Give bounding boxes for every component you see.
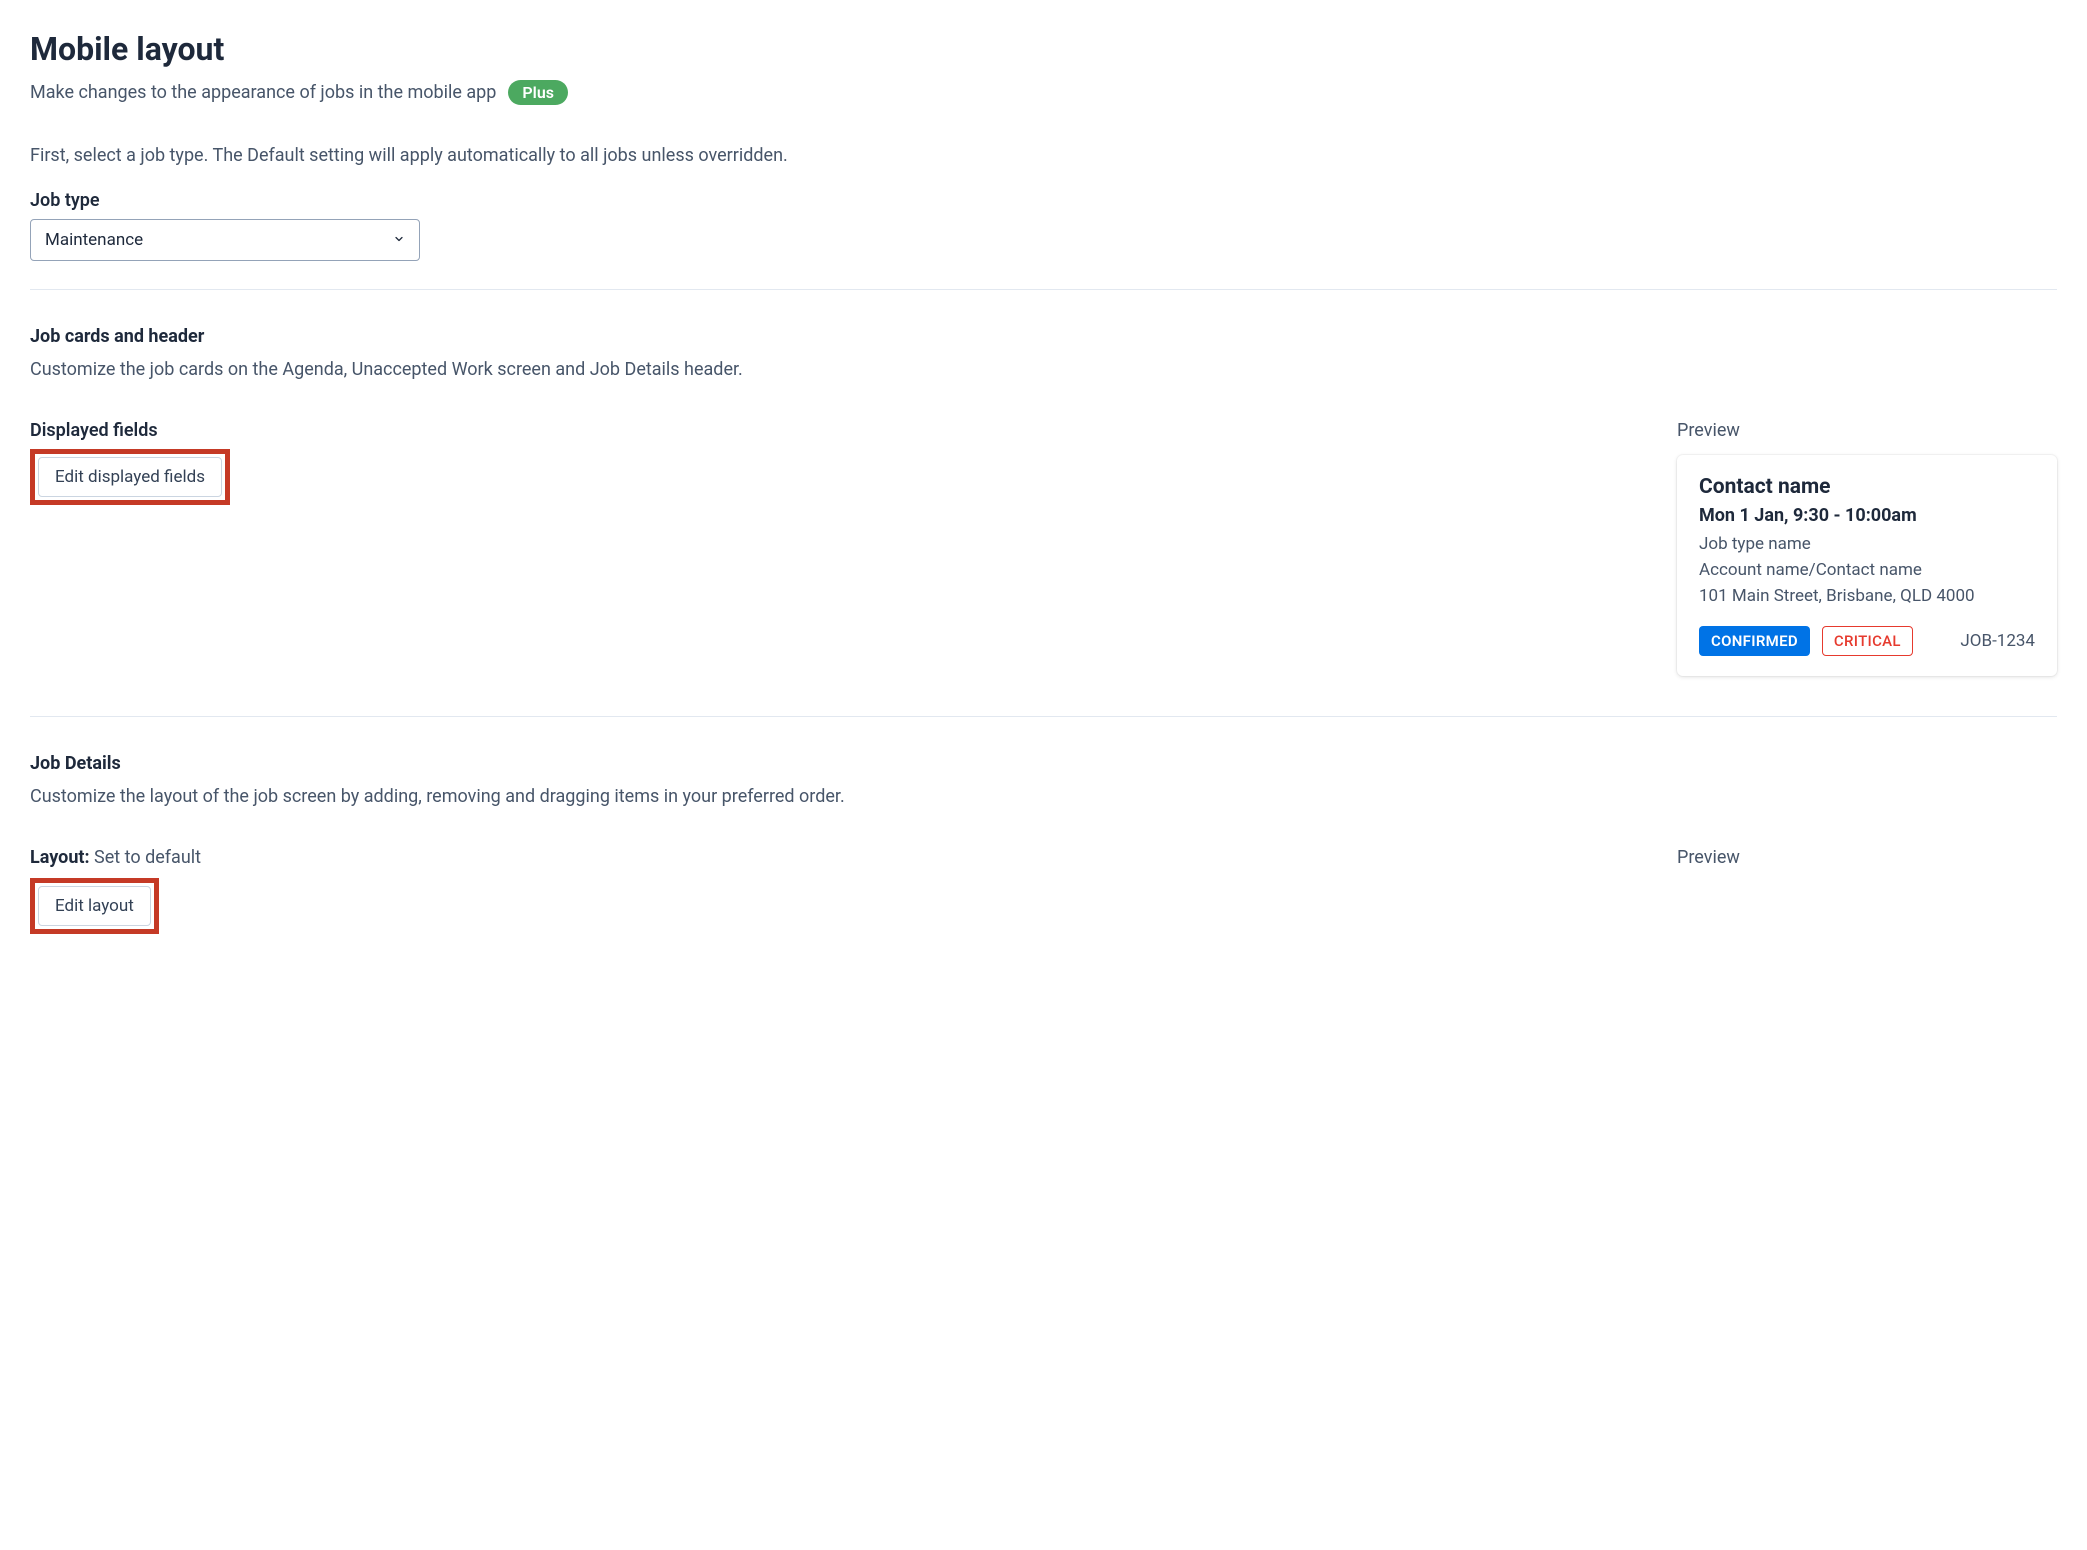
- chevron-down-icon: [393, 230, 405, 250]
- plus-badge: Plus: [508, 80, 568, 105]
- job-card-preview: Contact name Mon 1 Jan, 9:30 - 10:00am J…: [1677, 455, 2057, 676]
- preview-time: Mon 1 Jan, 9:30 - 10:00am: [1699, 505, 2035, 526]
- details-section-description: Customize the layout of the job screen b…: [30, 786, 2057, 807]
- job-type-select[interactable]: Maintenance: [30, 219, 420, 261]
- section-divider: [30, 289, 2057, 290]
- cards-section-description: Customize the job cards on the Agenda, U…: [30, 359, 2057, 380]
- displayed-fields-label: Displayed fields: [30, 420, 1637, 441]
- layout-status-line: Layout: Set to default: [30, 847, 1637, 868]
- job-type-select-wrapper: Maintenance: [30, 219, 420, 261]
- details-left-column: Layout: Set to default Edit layout: [30, 847, 1637, 934]
- details-section-title: Job Details: [30, 753, 2057, 774]
- job-type-selected-value: Maintenance: [45, 230, 143, 250]
- cards-section-title: Job cards and header: [30, 326, 2057, 347]
- intro-text: First, select a job type. The Default se…: [30, 145, 2057, 166]
- page-subtitle-row: Make changes to the appearance of jobs i…: [30, 80, 2057, 105]
- preview-address: 101 Main Street, Brisbane, QLD 4000: [1699, 586, 2035, 606]
- edit-displayed-fields-button[interactable]: Edit displayed fields: [38, 457, 222, 497]
- preview-job-type: Job type name: [1699, 534, 2035, 554]
- page-subtitle: Make changes to the appearance of jobs i…: [30, 82, 496, 103]
- cards-right-column: Preview Contact name Mon 1 Jan, 9:30 - 1…: [1677, 420, 2057, 676]
- page-title: Mobile layout: [30, 30, 2057, 68]
- preview-contact-name: Contact name: [1699, 475, 2035, 499]
- details-preview-label: Preview: [1677, 847, 2057, 868]
- preview-job-id: JOB-1234: [1960, 631, 2035, 651]
- details-right-column: Preview: [1677, 847, 2057, 934]
- priority-badge-critical: CRITICAL: [1822, 626, 1913, 656]
- preview-account-contact: Account name/Contact name: [1699, 560, 2035, 580]
- edit-layout-highlight: Edit layout: [30, 878, 159, 934]
- layout-label: Layout:: [30, 847, 90, 868]
- edit-displayed-fields-highlight: Edit displayed fields: [30, 449, 230, 505]
- cards-two-column: Displayed fields Edit displayed fields P…: [30, 420, 2057, 676]
- job-type-label: Job type: [30, 190, 2057, 211]
- layout-value-text: Set to default: [94, 847, 201, 868]
- section-divider-2: [30, 716, 2057, 717]
- status-badge-confirmed: CONFIRMED: [1699, 626, 1810, 656]
- cards-left-column: Displayed fields Edit displayed fields: [30, 420, 1637, 676]
- preview-footer: CONFIRMED CRITICAL JOB-1234: [1699, 626, 2035, 656]
- cards-preview-label: Preview: [1677, 420, 2057, 441]
- details-two-column: Layout: Set to default Edit layout Previ…: [30, 847, 2057, 934]
- edit-layout-button[interactable]: Edit layout: [38, 886, 151, 926]
